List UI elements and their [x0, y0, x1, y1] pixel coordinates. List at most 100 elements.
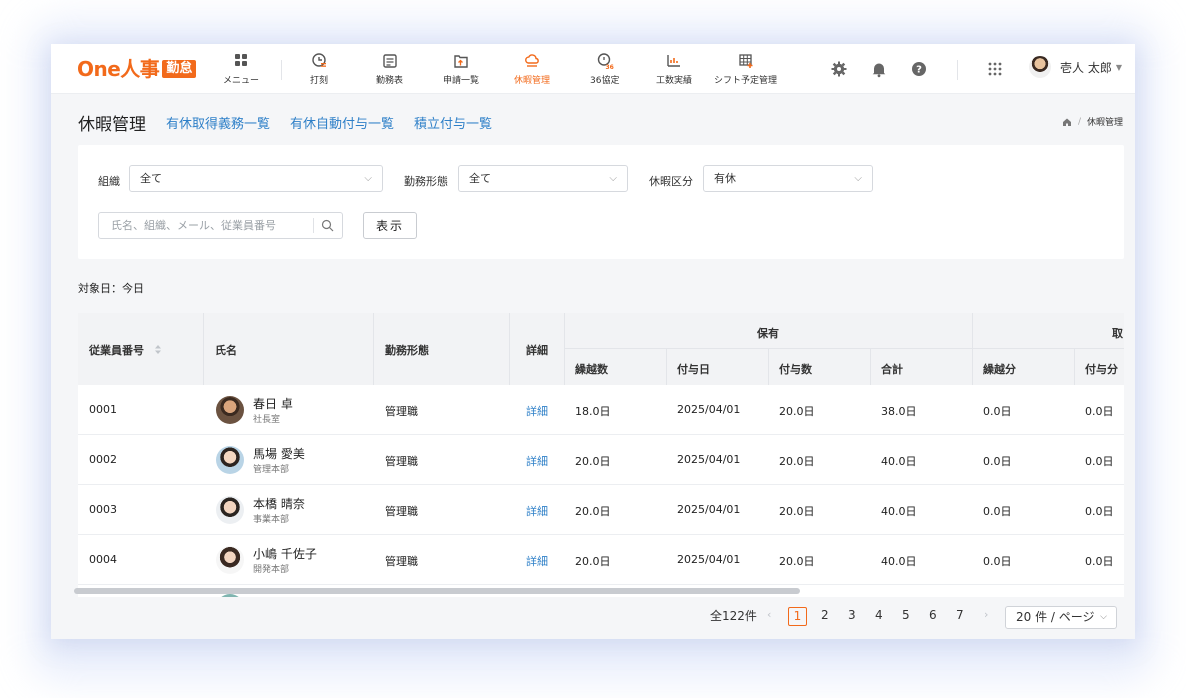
nav-item-36-agreement[interactable]: 36 36協定 — [590, 52, 619, 86]
page-button[interactable]: 7 — [956, 608, 964, 622]
nav-label: 36協定 — [590, 76, 620, 86]
header-label: 従業員番号 — [89, 344, 144, 357]
avatar — [1029, 56, 1051, 78]
header-label: 付与数 — [779, 363, 812, 376]
search-icon[interactable] — [321, 219, 334, 232]
avatar — [216, 594, 244, 597]
chevron-down-icon: ⌵ — [609, 173, 617, 184]
home-icon[interactable] — [1062, 117, 1072, 127]
nav-item-leave[interactable]: 休暇管理 — [514, 52, 550, 86]
breadcrumb-separator: / — [1077, 116, 1081, 127]
carry-part: 0.0日 — [983, 455, 1012, 468]
nav-item-requests[interactable]: 申請一覧 — [443, 52, 479, 86]
svg-text:?: ? — [916, 65, 922, 76]
total: 40.0日 — [881, 455, 917, 468]
nav-item-timesheet[interactable]: 勤務表 — [376, 52, 403, 86]
apps-grid-icon[interactable] — [986, 60, 1004, 78]
header-label: 付与分 — [1085, 363, 1118, 376]
filter-panel: 組織 全て ⌵ 勤務形態 全て ⌵ 休暇区分 有休 ⌵ 表示 — [78, 145, 1124, 259]
header-total: 合計 — [871, 349, 973, 385]
link-accumulated-grant[interactable]: 積立付与一覧 — [414, 113, 492, 132]
header-emp-no[interactable]: 従業員番号 — [78, 313, 204, 385]
header-label: 勤務形態 — [385, 344, 429, 357]
carryover: 20.0日 — [575, 555, 611, 568]
carry-part: 0.0日 — [983, 555, 1012, 568]
gear-icon[interactable] — [830, 60, 848, 78]
chevron-down-icon: ▼ — [1115, 62, 1122, 72]
table-row: 0003 本橋 晴奈 事業本部 管理職 詳細 20.0日 2025/04/01 … — [78, 485, 1124, 535]
header-grant-date: 付与日 — [667, 349, 769, 385]
page-button[interactable]: 4 — [875, 608, 883, 622]
bell-icon[interactable] — [870, 60, 888, 78]
sort-icon[interactable] — [154, 344, 162, 355]
link-paid-leave-obligation[interactable]: 有休取得義務一覧 — [166, 113, 270, 132]
header-group-take: 取 — [973, 313, 1124, 349]
grant-date: 2025/04/01 — [677, 453, 741, 466]
target-date: 対象日：今日 — [78, 282, 144, 295]
emp-dept: 社長室 — [253, 415, 281, 425]
grant-date: 2025/04/01 — [677, 503, 741, 516]
carry-part: 0.0日 — [983, 505, 1012, 518]
agreement-36-icon: 36 — [597, 53, 614, 70]
work-type-select-value: 全て — [469, 172, 491, 185]
header-carry-part: 繰越分 — [973, 349, 1075, 385]
header-label: 繰越数 — [575, 363, 608, 376]
detail-link[interactable]: 詳細 — [526, 503, 548, 519]
chevron-down-icon: ⌵ — [854, 173, 862, 184]
search-input[interactable] — [99, 213, 307, 238]
nav-item-shift[interactable]: シフト予定管理 — [714, 52, 777, 86]
request-list-icon — [454, 55, 468, 68]
logo-text: One人事 — [77, 57, 160, 81]
leave-type-select[interactable]: 有休 ⌵ — [703, 165, 873, 192]
brand-logo[interactable]: One人事 勤怠 — [77, 57, 197, 81]
page-button-current[interactable]: 1 — [788, 607, 807, 626]
nav-item-workload[interactable]: 工数実績 — [656, 52, 692, 86]
search-divider — [313, 218, 314, 233]
show-button[interactable]: 表示 — [363, 212, 417, 239]
page-button[interactable]: 6 — [929, 608, 937, 622]
search-box — [98, 212, 343, 239]
menu-button[interactable]: メニュー — [223, 52, 259, 86]
clock-stamp-icon — [312, 53, 326, 67]
grid-menu-icon — [235, 54, 247, 66]
page-size-value: 20 件 / ページ — [1016, 610, 1095, 624]
help-icon[interactable]: ? — [910, 60, 928, 78]
emp-dept: 開発本部 — [253, 565, 290, 575]
app-window: One人事 勤怠 メニュー 打刻 勤務表 申請一覧 休暇管理 36 36協定 工… — [51, 44, 1135, 639]
nav-item-stamp[interactable]: 打刻 — [310, 52, 328, 86]
page-button[interactable]: 3 — [848, 608, 856, 622]
org-select[interactable]: 全て ⌵ — [129, 165, 383, 192]
header-label: 付与日 — [677, 363, 710, 376]
emp-no: 0003 — [89, 503, 117, 516]
emp-no: 0002 — [89, 453, 117, 466]
page-button[interactable]: 2 — [821, 608, 829, 622]
detail-link[interactable]: 詳細 — [526, 453, 548, 469]
header-label: 保有 — [757, 327, 779, 340]
prev-page-button[interactable]: ‹ — [767, 608, 771, 621]
horizontal-scrollbar[interactable] — [74, 588, 800, 594]
nav-label: シフト予定管理 — [714, 76, 778, 86]
table-row: 0002 馬場 愛美 管理本部 管理職 詳細 20.0日 2025/04/01 … — [78, 435, 1124, 485]
emp-dept: 事業本部 — [253, 515, 290, 525]
user-menu[interactable]: 壱人 太郎 ▼ — [1029, 56, 1122, 78]
page-button[interactable]: 5 — [902, 608, 910, 622]
detail-link[interactable]: 詳細 — [526, 553, 548, 569]
page-size-select[interactable]: 20 件 / ページ ⌵ — [1005, 606, 1117, 629]
cloud-leave-icon — [525, 54, 539, 67]
avatar — [216, 546, 244, 574]
detail-link[interactable]: 詳細 — [526, 403, 548, 419]
header-work-type: 勤務形態 — [374, 313, 510, 385]
carryover: 20.0日 — [575, 505, 611, 518]
shift-grid-icon — [738, 54, 752, 68]
header-label: 合計 — [881, 363, 903, 376]
avatar — [216, 496, 244, 524]
emp-name: 本橋 晴奈 — [253, 497, 305, 511]
work-type: 管理職 — [385, 455, 418, 468]
header-grant-count: 付与数 — [769, 349, 871, 385]
work-type-select[interactable]: 全て ⌵ — [458, 165, 628, 192]
next-page-button[interactable]: › — [984, 608, 988, 621]
total: 40.0日 — [881, 555, 917, 568]
grant-count: 20.0日 — [779, 405, 815, 418]
link-paid-leave-auto-grant[interactable]: 有休自動付与一覧 — [290, 113, 394, 132]
breadcrumb: / 休暇管理 — [1062, 115, 1123, 128]
